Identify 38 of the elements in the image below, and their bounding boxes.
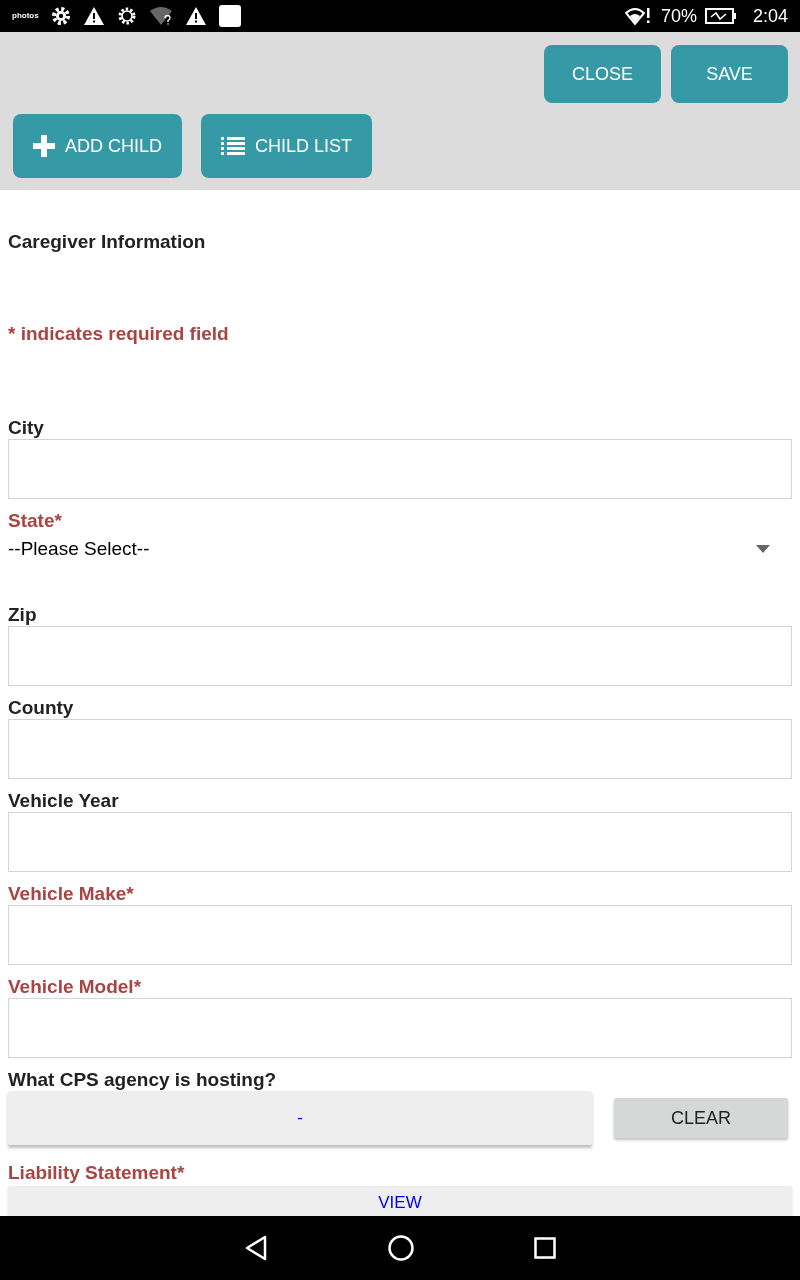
view-button[interactable]: VIEW bbox=[8, 1186, 792, 1216]
warning-icon bbox=[184, 6, 207, 26]
input-field[interactable] bbox=[8, 998, 792, 1058]
list-icon bbox=[221, 136, 245, 156]
field-label: Liability Statement* bbox=[8, 1162, 186, 1184]
input-field[interactable] bbox=[8, 439, 792, 499]
back-icon[interactable] bbox=[244, 1235, 268, 1261]
wifi-icon bbox=[148, 6, 173, 26]
required-note: * indicates required field bbox=[8, 323, 230, 345]
field-label: What CPS agency is hosting? bbox=[8, 1069, 278, 1091]
plus-icon bbox=[33, 135, 55, 157]
dropdown-arrow-icon bbox=[756, 545, 770, 553]
field-label: Vehicle Model* bbox=[8, 976, 143, 998]
wifi-icon bbox=[624, 6, 651, 26]
input-field[interactable] bbox=[8, 626, 792, 686]
lookup-button[interactable]: - bbox=[8, 1091, 592, 1145]
field-label: Vehicle Make* bbox=[8, 883, 135, 905]
battery-icon bbox=[704, 8, 737, 24]
field-label: Vehicle Year bbox=[8, 790, 120, 812]
battery-percentage: 70% bbox=[660, 4, 697, 28]
select-field[interactable]: --Please Select-- bbox=[8, 532, 792, 566]
input-field[interactable] bbox=[8, 812, 792, 872]
home-icon[interactable] bbox=[388, 1235, 414, 1261]
app-logo: photos bbox=[12, 12, 39, 20]
input-field[interactable] bbox=[8, 719, 792, 779]
field-label: State* bbox=[8, 510, 63, 532]
field-label: Zip bbox=[8, 604, 38, 626]
form-title: Caregiver Information bbox=[8, 231, 207, 253]
input-field[interactable] bbox=[8, 905, 792, 965]
clock: 2:04 bbox=[752, 4, 788, 28]
warning-icon bbox=[82, 6, 105, 26]
field-label: County bbox=[8, 697, 75, 719]
recent-apps-icon[interactable] bbox=[534, 1237, 556, 1259]
clear-button[interactable]: CLEAR bbox=[614, 1098, 788, 1138]
settings-icon bbox=[116, 6, 137, 26]
gear-icon bbox=[50, 6, 71, 26]
field-label: City bbox=[8, 417, 45, 439]
notification-icon bbox=[218, 5, 241, 27]
